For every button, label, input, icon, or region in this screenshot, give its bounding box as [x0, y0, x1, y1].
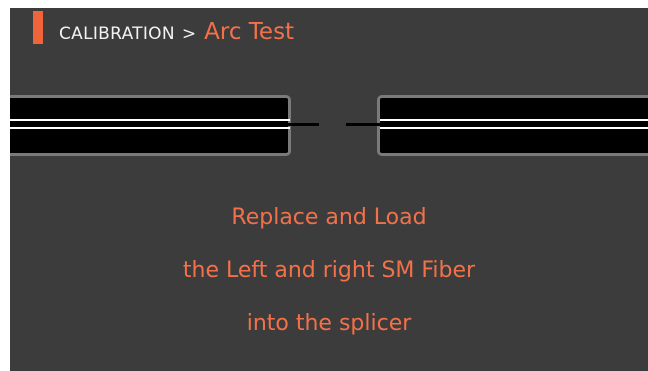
instruction-line-2: the Left and right SM Fiber: [182, 258, 476, 283]
breadcrumb-separator: >: [181, 24, 197, 44]
instruction-message: Replace and Load the Left and right SM F…: [10, 198, 648, 357]
instruction-line-3: into the splicer: [246, 311, 412, 336]
page-title: Arc Test: [204, 19, 295, 45]
breadcrumb-parent[interactable]: CALIBRATION: [59, 24, 175, 44]
right-fiber-holder: [377, 95, 648, 156]
left-fiber-tip: [288, 123, 319, 126]
right-fiber-tip: [346, 123, 380, 126]
left-fiber-lower-line: [10, 127, 290, 129]
splicer-screen: CALIBRATION > Arc Test Replace and Load …: [10, 8, 648, 371]
left-fiber-holder: [10, 95, 291, 156]
breadcrumb: CALIBRATION > Arc Test: [59, 19, 294, 47]
header-accent-bar: [33, 11, 43, 44]
right-fiber-lower-line: [380, 127, 648, 129]
instruction-line-1: Replace and Load: [231, 205, 427, 230]
right-fiber-upper-line: [380, 119, 648, 121]
left-fiber-upper-line: [10, 119, 290, 121]
